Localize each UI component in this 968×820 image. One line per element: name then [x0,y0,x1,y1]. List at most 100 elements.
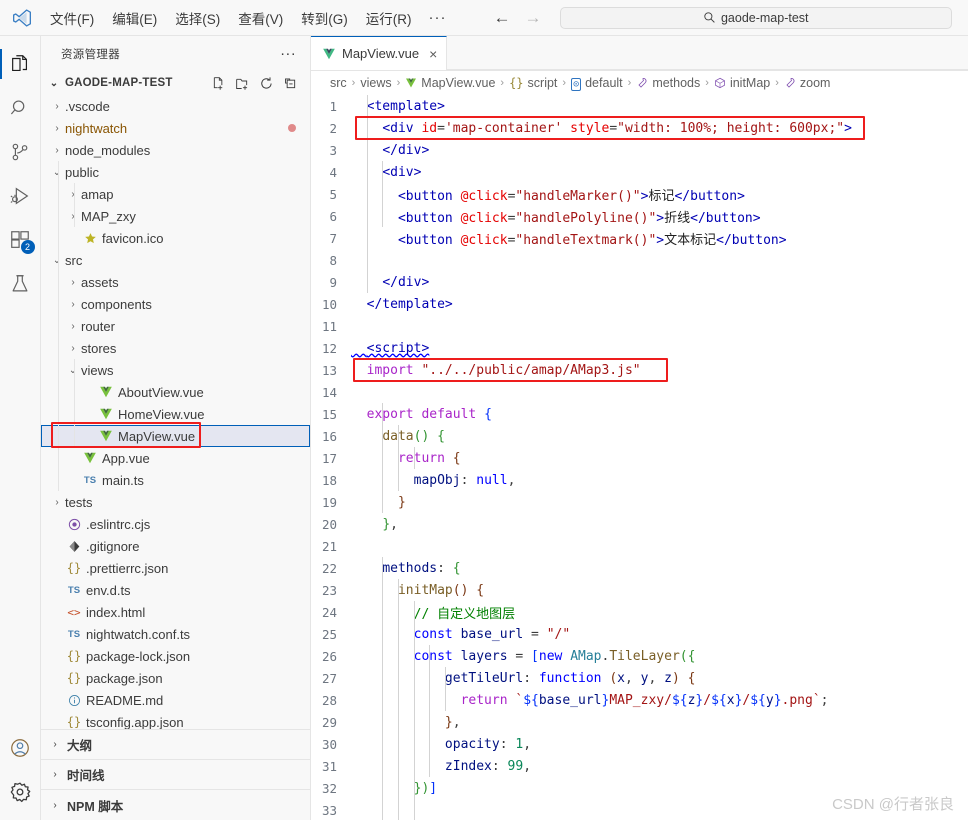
activity-item-search[interactable] [0,86,41,130]
code-line-1[interactable]: 1 <template> [311,95,968,117]
tree-folder-stores[interactable]: ›stores [41,337,310,359]
tree-folder-node_modules[interactable]: ›node_modules [41,139,310,161]
tree-folder-public[interactable]: ⌄public [41,161,310,183]
code-line-4[interactable]: 4 <div> [311,161,968,183]
activity-item-accounts[interactable] [0,726,41,770]
close-icon[interactable]: × [429,46,437,62]
code-line-20[interactable]: 20 }, [311,513,968,535]
command-center-search[interactable]: gaode-map-test [560,7,953,29]
breadcrumb-item-views[interactable]: views [360,76,391,90]
code-line-29[interactable]: 29 }, [311,711,968,733]
code-line-11[interactable]: 11 [311,315,968,337]
tree-folder-tests[interactable]: ›tests [41,491,310,513]
menu-edit[interactable]: 编辑(E) [104,5,165,31]
menu-run[interactable]: 运行(R) [358,5,420,31]
collapse-all-icon[interactable] [283,76,298,91]
code-line-27[interactable]: 27 getTileUrl: function (x, y, z) { [311,667,968,689]
activity-item-testing[interactable] [0,262,41,306]
section-timeline[interactable]: › 时间线 [41,760,310,790]
tree-folder-src[interactable]: ⌄src [41,249,310,271]
code-line-25[interactable]: 25 const base_url = "/" [311,623,968,645]
code-line-8[interactable]: 8 [311,249,968,271]
breadcrumb-item-zoom[interactable]: zoom [784,76,831,90]
code-line-31[interactable]: 31 zIndex: 99, [311,755,968,777]
explorer-section-header-project[interactable]: ⌄ GAODE-MAP-TEST [41,71,310,95]
breadcrumb[interactable]: src›views›MapView.vue›{}script›⊙default›… [311,71,968,95]
code-line-28[interactable]: 28 return `${base_url}MAP_zxy/${z}/${x}/… [311,689,968,711]
code-line-5[interactable]: 5 <button @click="handleMarker()">标记</bu… [311,183,968,205]
activity-item-explorer[interactable] [0,42,41,86]
code-line-23[interactable]: 23 initMap() { [311,579,968,601]
tree-file-env.d.ts[interactable]: TSenv.d.ts [41,579,310,601]
menu-more-icon[interactable]: ··· [422,10,454,26]
tree-folder-amap[interactable]: ›amap [41,183,310,205]
refresh-icon[interactable] [259,76,274,91]
activity-item-run-and-debug[interactable] [0,174,41,218]
code-line-12[interactable]: 12 <script> [311,337,968,359]
menu-selection[interactable]: 选择(S) [167,5,228,31]
tree-folder-components[interactable]: ›components [41,293,310,315]
code-line-7[interactable]: 7 <button @click="handleTextmark()">文本标记… [311,227,968,249]
tree-file-favicon.ico[interactable]: favicon.ico [41,227,310,249]
code-line-15[interactable]: 15 export default { [311,403,968,425]
sidebar-more-actions-icon[interactable]: ··· [280,51,296,57]
section-npm-scripts[interactable]: › NPM 脚本 [41,790,310,820]
tree-file-MapView.vue[interactable]: MapView.vue [41,425,310,447]
breadcrumb-item-script[interactable]: {}script [509,76,557,90]
tree-file-index.html[interactable]: <>index.html [41,601,310,623]
go-forward-icon[interactable]: → [525,9,542,26]
new-folder-icon[interactable] [235,76,250,91]
tree-file-package-lock.json[interactable]: {}package-lock.json [41,645,310,667]
tree-file-.gitignore[interactable]: .gitignore [41,535,310,557]
code-line-26[interactable]: 26 const layers = [new AMap.TileLayer({ [311,645,968,667]
activity-item-source-control[interactable] [0,130,41,174]
tree-file-nightwatch.conf.ts[interactable]: TSnightwatch.conf.ts [41,623,310,645]
tree-file-.prettierrc.json[interactable]: {}.prettierrc.json [41,557,310,579]
code-line-2[interactable]: 2 <div id='map-container' style="width: … [311,117,968,139]
breadcrumb-item-default[interactable]: ⊙default [571,76,623,90]
menu-go[interactable]: 转到(G) [293,5,356,31]
tree-file-App.vue[interactable]: App.vue [41,447,310,469]
tree-file-HomeView.vue[interactable]: HomeView.vue [41,403,310,425]
code-editor[interactable]: 1 <template>2 <div id='map-container' st… [311,95,968,820]
code-line-10[interactable]: 10 </template> [311,293,968,315]
go-back-icon[interactable]: ← [494,9,511,26]
code-line-30[interactable]: 30 opacity: 1, [311,733,968,755]
code-line-24[interactable]: 24 // 自定义地图层 [311,601,968,623]
section-outline[interactable]: › 大纲 [41,730,310,760]
tree-file-package.json[interactable]: {}package.json [41,667,310,689]
new-file-icon[interactable] [211,76,226,91]
breadcrumb-item-initMap[interactable]: initMap [714,76,770,90]
tree-file-.eslintrc.cjs[interactable]: .eslintrc.cjs [41,513,310,535]
tree-file-tsconfig.app.json[interactable]: {}tsconfig.app.json [41,711,310,729]
breadcrumb-item-methods[interactable]: methods [636,76,700,90]
activity-item-settings[interactable] [0,770,41,814]
code-line-13[interactable]: 13 import "../../public/amap/AMap3.js" [311,359,968,381]
menu-file[interactable]: 文件(F) [42,5,102,31]
code-line-19[interactable]: 19 } [311,491,968,513]
code-line-17[interactable]: 17 return { [311,447,968,469]
tree-file-main.ts[interactable]: TSmain.ts [41,469,310,491]
tab-MapView-vue[interactable]: MapView.vue × [311,36,447,70]
code-line-14[interactable]: 14 [311,381,968,403]
tree-folder-router[interactable]: ›router [41,315,310,337]
code-line-6[interactable]: 6 <button @click="handlePolyline()">折线</… [311,205,968,227]
file-tree[interactable]: ›.vscode›nightwatch›node_modules⌄public›… [41,95,310,729]
breadcrumb-item-MapView.vue[interactable]: MapView.vue [405,76,495,90]
code-line-3[interactable]: 3 </div> [311,139,968,161]
code-line-9[interactable]: 9 </div> [311,271,968,293]
tree-file-AboutView.vue[interactable]: AboutView.vue [41,381,310,403]
code-line-16[interactable]: 16 data() { [311,425,968,447]
code-line-21[interactable]: 21 [311,535,968,557]
tree-file-README.md[interactable]: README.md [41,689,310,711]
tree-folder-nightwatch[interactable]: ›nightwatch [41,117,310,139]
code-line-22[interactable]: 22 methods: { [311,557,968,579]
tree-folder-.vscode[interactable]: ›.vscode [41,95,310,117]
breadcrumb-item-src[interactable]: src [330,76,347,90]
code-line-18[interactable]: 18 mapObj: null, [311,469,968,491]
activity-item-extensions[interactable]: 2 [0,218,41,262]
tree-folder-MAP_zxy[interactable]: ›MAP_zxy [41,205,310,227]
tree-folder-views[interactable]: ⌄views [41,359,310,381]
tree-folder-assets[interactable]: ›assets [41,271,310,293]
menu-view[interactable]: 查看(V) [230,5,291,31]
